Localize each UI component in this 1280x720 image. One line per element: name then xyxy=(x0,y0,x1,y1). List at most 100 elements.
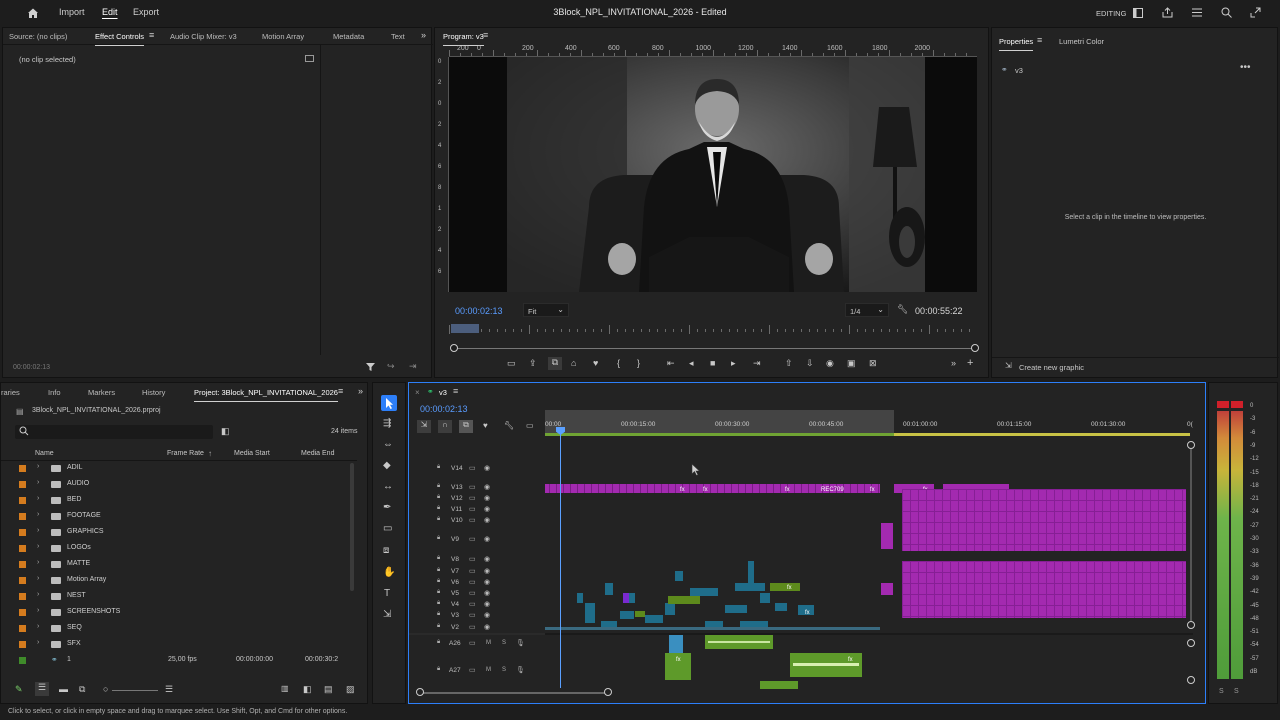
icon-view-icon[interactable]: ▬ xyxy=(59,684,68,694)
clip-edge[interactable] xyxy=(864,484,865,493)
clip-edge[interactable] xyxy=(633,484,634,493)
clip-edge[interactable] xyxy=(1006,561,1007,618)
folder-item[interactable]: › SEQ xyxy=(15,622,345,636)
video-clip[interactable] xyxy=(675,571,683,581)
tab-source[interactable]: Source: (no clips) xyxy=(9,32,67,41)
fit-dropdown[interactable]: Fit ⌄ xyxy=(523,303,569,317)
folder-item[interactable]: › NEST xyxy=(15,590,345,604)
clip-edge[interactable] xyxy=(1118,489,1119,551)
clip-edge[interactable] xyxy=(647,484,648,493)
clip-edge[interactable] xyxy=(1158,561,1159,618)
marker-icon[interactable]: ♥ xyxy=(593,358,598,368)
video-frame[interactable] xyxy=(449,57,977,292)
freeform-view-icon[interactable]: ⧉ xyxy=(79,684,85,695)
chevron-right-icon[interactable]: › xyxy=(37,479,39,486)
video-clip[interactable] xyxy=(665,603,675,615)
clip-edge[interactable] xyxy=(942,489,943,551)
clip-edge[interactable] xyxy=(1062,561,1063,618)
tab-lumetri-color[interactable]: Lumetri Color xyxy=(1059,37,1104,46)
v12-v10-block[interactable] xyxy=(902,489,1186,551)
clip-edge[interactable] xyxy=(668,484,669,493)
col-media-end[interactable]: Media End xyxy=(301,450,334,457)
sync-lock-icon[interactable]: ▭ xyxy=(469,611,476,619)
clip-edge[interactable] xyxy=(1166,561,1167,618)
clip-edge[interactable] xyxy=(1150,489,1151,551)
clip-edge[interactable] xyxy=(1110,561,1111,618)
eye-icon[interactable]: ◉ xyxy=(484,505,490,513)
zoom-slider[interactable] xyxy=(112,690,158,691)
sync-lock-icon[interactable]: ▭ xyxy=(469,505,476,513)
clip-edge[interactable] xyxy=(918,489,919,551)
lock-icon[interactable]: 🔒︎ xyxy=(437,567,440,574)
video-clip[interactable] xyxy=(735,583,765,591)
clip-edge[interactable] xyxy=(942,561,943,618)
video-clip[interactable] xyxy=(577,593,583,603)
lock-icon[interactable]: 🔒︎ xyxy=(437,483,440,490)
mark-in-icon[interactable]: { xyxy=(617,358,620,368)
add-button-icon[interactable]: + xyxy=(967,357,973,369)
clip-edge[interactable] xyxy=(1086,489,1087,551)
chevron-right-icon[interactable]: › xyxy=(37,575,39,582)
clip-edge[interactable] xyxy=(1070,561,1071,618)
clip-edge[interactable] xyxy=(605,484,606,493)
clip-edge[interactable] xyxy=(1142,561,1143,618)
clip-edge[interactable] xyxy=(902,616,1186,617)
selection-tool[interactable] xyxy=(381,395,397,411)
clip-edge[interactable] xyxy=(591,484,592,493)
pen-icon[interactable]: ✒ xyxy=(383,502,391,513)
chevron-right-icon[interactable]: › xyxy=(37,559,39,566)
clip-edge[interactable] xyxy=(794,484,795,493)
video-clip[interactable] xyxy=(585,603,595,623)
new-bin-icon[interactable]: ▤ xyxy=(324,684,333,695)
workspace-label[interactable]: EDITING xyxy=(1096,9,1126,18)
settings-icon[interactable]: 🔧︎ xyxy=(504,421,514,430)
clip-edge[interactable] xyxy=(1118,561,1119,618)
clip-edge[interactable] xyxy=(1038,489,1039,551)
folder-item[interactable]: › SCREENSHOTS xyxy=(15,606,345,620)
folder-item[interactable]: › SFX xyxy=(15,638,345,652)
effect-divider[interactable] xyxy=(320,45,321,355)
clip-edge[interactable] xyxy=(998,561,999,618)
scroll-handle-right[interactable] xyxy=(971,344,979,352)
lock-icon[interactable]: 🔒︎ xyxy=(437,611,440,618)
clip-edge[interactable] xyxy=(731,484,732,493)
clip-indicator[interactable] xyxy=(1217,401,1229,408)
export-frame-icon[interactable]: ⇥ xyxy=(409,361,417,372)
automate-icon[interactable]: ▥ xyxy=(281,684,289,693)
sync-lock-icon[interactable]: ▭ xyxy=(469,589,476,597)
clip-edge[interactable] xyxy=(773,484,774,493)
nav-edit[interactable]: Edit xyxy=(102,7,118,17)
go-to-out-icon[interactable]: ⇥ xyxy=(753,358,761,369)
video-clip[interactable] xyxy=(690,588,718,596)
go-to-in-icon[interactable]: ⇤ xyxy=(667,358,675,369)
lock-icon[interactable]: 🔒︎ xyxy=(437,589,440,596)
clip-edge[interactable] xyxy=(902,605,1186,606)
chevron-right-icon[interactable]: › xyxy=(37,511,39,518)
extract-icon[interactable]: ⇩ xyxy=(806,358,814,369)
eye-icon[interactable]: ◉ xyxy=(484,611,490,619)
clip-edge[interactable] xyxy=(902,594,1186,595)
tab-program[interactable]: Program: v3 xyxy=(443,32,484,46)
clip-edge[interactable] xyxy=(654,484,655,493)
folder-item[interactable]: › FOOTAGE xyxy=(15,510,345,524)
solo-icon[interactable]: S xyxy=(502,667,506,673)
razor-icon[interactable]: ◆ xyxy=(383,460,391,471)
lock-icon[interactable]: 🔒︎ xyxy=(437,623,440,630)
clip-edge[interactable] xyxy=(902,489,1186,490)
lock-icon[interactable]: 🔒︎ xyxy=(437,535,440,542)
create-graphic-button[interactable]: ⇲ Create new graphic xyxy=(1002,360,1102,374)
scroll-up-handle[interactable] xyxy=(1187,441,1195,449)
col-frame-rate[interactable]: Frame Rate xyxy=(167,450,204,457)
clip-edge[interactable] xyxy=(1062,489,1063,551)
a27-clip[interactable] xyxy=(760,681,798,689)
clip-edge[interactable] xyxy=(982,561,983,618)
clip-edge[interactable] xyxy=(902,583,1186,584)
clip-edge[interactable] xyxy=(1126,561,1127,618)
solo-left[interactable]: S xyxy=(1219,688,1224,695)
solo-right[interactable]: S xyxy=(1234,688,1239,695)
clip-edge[interactable] xyxy=(1134,489,1135,551)
scroll-handle-left[interactable] xyxy=(450,344,458,352)
project-menu-icon[interactable]: ≡ xyxy=(338,386,343,396)
wrench-icon[interactable]: 🔧︎ xyxy=(897,304,908,315)
chevron-right-icon[interactable]: › xyxy=(37,527,39,534)
